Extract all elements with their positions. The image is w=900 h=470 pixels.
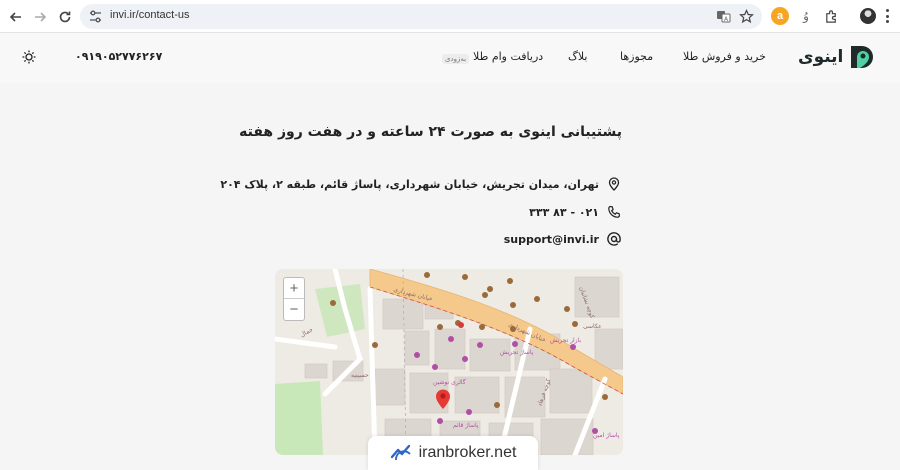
phone-row: ۰۲۱ - ۸۳ ۳۳۳ bbox=[529, 203, 621, 221]
phone-text[interactable]: ۰۲۱ - ۸۳ ۳۳۳ bbox=[529, 206, 599, 219]
translate-icon[interactable]: A bbox=[716, 9, 731, 24]
header-phone[interactable]: ۰۹۱۹۰۵۲۷۷۶۲۶۷ bbox=[75, 50, 162, 63]
url-text: invi.ir/contact-us bbox=[110, 9, 190, 21]
nav-buy-sell-gold[interactable]: خرید و فروش طلا bbox=[683, 50, 766, 63]
email-row: support@invi.ir bbox=[504, 230, 621, 248]
address-text: تهران، میدان تجریش، خیابان شهرداری، پاسا… bbox=[220, 177, 599, 191]
map-label-bazar: بازار تجریش bbox=[550, 337, 582, 344]
site-header: اینوی خرید و فروش طلا مجوزها بلاگ دریافت… bbox=[0, 33, 900, 83]
at-sign-icon bbox=[607, 232, 621, 246]
extension-a-icon[interactable]: a bbox=[771, 7, 789, 25]
logo-text: اینوی bbox=[798, 47, 844, 67]
profile-avatar[interactable] bbox=[860, 8, 876, 24]
reload-button[interactable] bbox=[54, 6, 76, 28]
nav-blog[interactable]: بلاگ bbox=[568, 50, 587, 63]
map-label-gallery: گالری نوشین bbox=[433, 379, 466, 386]
coming-soon-badge: به‌زودی bbox=[442, 54, 470, 64]
zoom-in-button[interactable]: + bbox=[284, 278, 304, 299]
arrow-left-icon bbox=[9, 12, 21, 22]
site-settings-icon[interactable] bbox=[88, 9, 103, 24]
map-marker-icon[interactable] bbox=[435, 388, 451, 410]
map-label-amin: پاساژ امین bbox=[593, 432, 620, 439]
bookmark-star-icon[interactable] bbox=[739, 9, 754, 24]
support-title: پشتیبانی اینوی به صورت ۲۴ ساعته و در هفت… bbox=[239, 124, 622, 140]
extension-fa-label: وُ bbox=[803, 9, 809, 23]
map-zoom-control: + − bbox=[283, 277, 305, 321]
email-text[interactable]: support@invi.ir bbox=[504, 233, 599, 246]
logo-mark-icon bbox=[851, 46, 874, 68]
watermark-text: iranbroker.net bbox=[418, 444, 517, 461]
zoom-out-button[interactable]: − bbox=[284, 299, 304, 320]
nav-licenses[interactable]: مجوزها bbox=[620, 50, 653, 63]
address-bar[interactable]: invi.ir/contact-us A bbox=[80, 4, 762, 29]
forward-button[interactable] bbox=[29, 6, 51, 28]
browser-toolbar: invi.ir/contact-us A a وُ bbox=[0, 0, 900, 33]
address-row: تهران، میدان تجریش، خیابان شهرداری، پاسا… bbox=[220, 175, 621, 193]
map-label-hoseinieh: حسینیه bbox=[351, 372, 369, 379]
nav-gold-loan[interactable]: دریافت وام طلا bbox=[473, 50, 543, 63]
extension-fa-icon[interactable]: وُ bbox=[797, 7, 815, 25]
location-map[interactable]: + − خیابان شهرداری خیابان شهرداری کوچه ن… bbox=[275, 269, 623, 455]
theme-toggle-icon[interactable] bbox=[22, 50, 36, 64]
watermark-logo-icon bbox=[390, 444, 411, 461]
watermark: iranbroker.net bbox=[368, 436, 538, 470]
map-label-passage: پاساژ قائم bbox=[453, 422, 479, 429]
arrow-right-icon bbox=[35, 12, 47, 22]
browser-menu-icon[interactable] bbox=[885, 9, 889, 23]
map-label-shop: عکاسی bbox=[583, 323, 602, 330]
map-tiles bbox=[275, 269, 623, 455]
extension-a-label: a bbox=[776, 10, 784, 22]
phone-icon bbox=[608, 205, 621, 218]
reload-icon bbox=[59, 11, 71, 23]
back-button[interactable] bbox=[5, 6, 27, 28]
location-pin-icon bbox=[608, 177, 620, 191]
extensions-puzzle-icon[interactable] bbox=[822, 7, 840, 25]
map-label-passage-2: پاساژ تجریش bbox=[500, 349, 534, 356]
site-logo[interactable]: اینوی bbox=[798, 42, 877, 72]
